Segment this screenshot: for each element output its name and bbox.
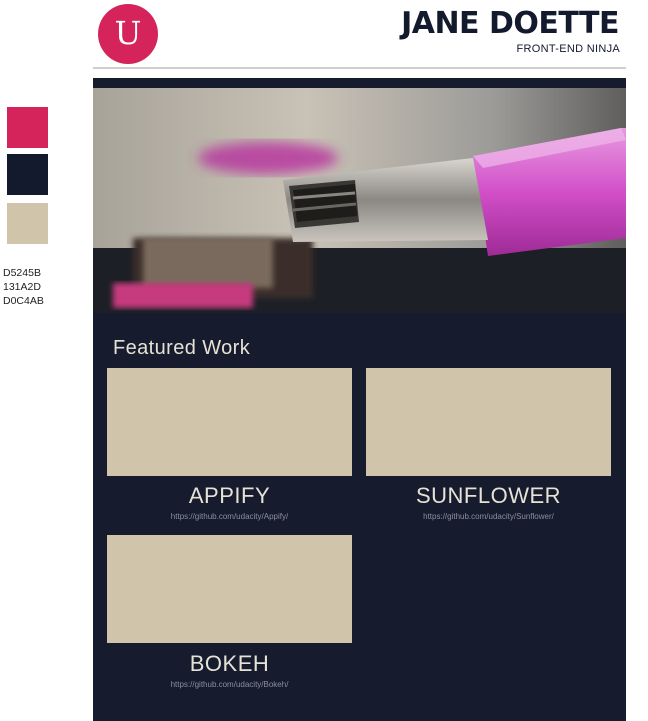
color-hex-list: D5245B 131A2D D0C4AB [3, 266, 44, 308]
project-thumbnail[interactable] [366, 368, 611, 476]
project-thumbnail[interactable] [107, 535, 352, 643]
color-swatch-navy [7, 154, 48, 195]
page-title: JANE DOETTE [401, 6, 619, 41]
hero-image [93, 88, 626, 313]
hex-code: D5245B [3, 267, 41, 279]
project-link[interactable]: https://github.com/udacity/Bokeh/ [107, 680, 352, 689]
color-swatch-tan [7, 203, 48, 244]
hex-code: 131A2D [3, 281, 41, 293]
project-title[interactable]: SUNFLOWER [366, 483, 611, 509]
section-title: Featured Work [113, 337, 251, 359]
color-swatch-pink [7, 107, 48, 148]
udacity-logo[interactable]: U [98, 4, 158, 64]
project-title[interactable]: BOKEH [107, 651, 352, 677]
logo-letter: U [114, 14, 142, 52]
project-link[interactable]: https://github.com/udacity/Appify/ [107, 512, 352, 521]
project-link[interactable]: https://github.com/udacity/Sunflower/ [366, 512, 611, 521]
header-divider [93, 67, 626, 69]
subtitle: FRONT-END NINJA [516, 43, 620, 55]
hex-code: D0C4AB [3, 295, 44, 307]
usb-drive-illustration [93, 88, 626, 313]
project-title[interactable]: APPIFY [107, 483, 352, 509]
project-thumbnail[interactable] [107, 368, 352, 476]
